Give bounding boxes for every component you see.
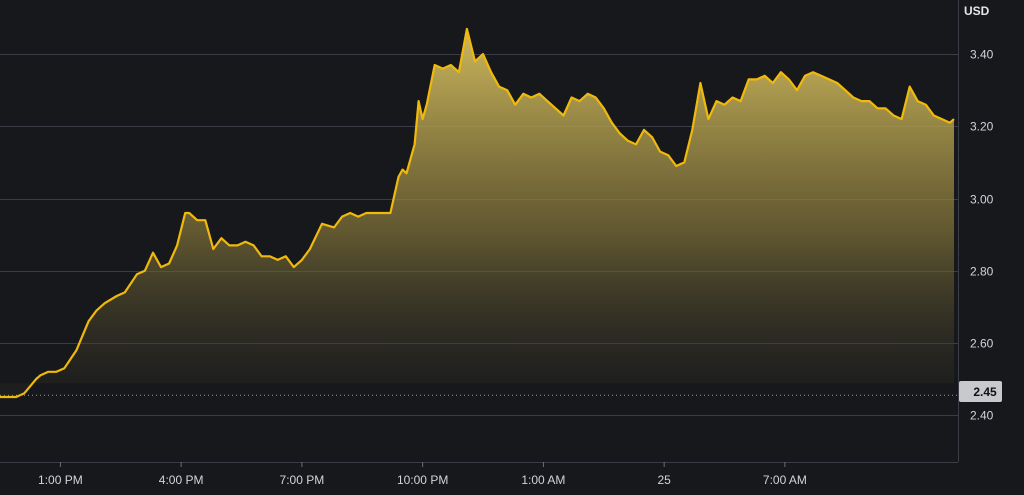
time-tick-label: 7:00 PM	[280, 473, 325, 487]
time-tick-label: 10:00 PM	[397, 473, 448, 487]
baseline-price-label: 2.45	[973, 385, 997, 399]
price-area-fill	[0, 28, 954, 398]
time-tick-label: 25	[657, 473, 671, 487]
price-tick-label: 2.60	[970, 337, 994, 351]
currency-label: USD	[964, 4, 990, 18]
price-tick-label: 2.80	[970, 265, 994, 279]
price-tick-label: 3.40	[970, 48, 994, 62]
price-tick-label: 3.20	[970, 120, 994, 134]
time-axis-labels: 1:00 PM 4:00 PM 7:00 PM 10:00 PM 1:00 AM 25 7:…	[38, 462, 807, 487]
time-tick-label: 4:00 PM	[159, 473, 204, 487]
price-tick-label: 2.40	[970, 409, 994, 423]
time-tick-label: 1:00 AM	[521, 473, 565, 487]
time-tick-label: 1:00 PM	[38, 473, 83, 487]
baseline-price-badge: 2.45	[959, 381, 1002, 402]
price-tick-label: 3.00	[970, 193, 994, 207]
price-chart: 2.40 2.60 2.80 3.00 3.20 3.40 1:00 PM 4:00 PM 7…	[0, 0, 1002, 487]
time-tick-label: 7:00 AM	[763, 473, 807, 487]
price-axis-labels: 2.40 2.60 2.80 3.00 3.20 3.40	[970, 48, 994, 423]
